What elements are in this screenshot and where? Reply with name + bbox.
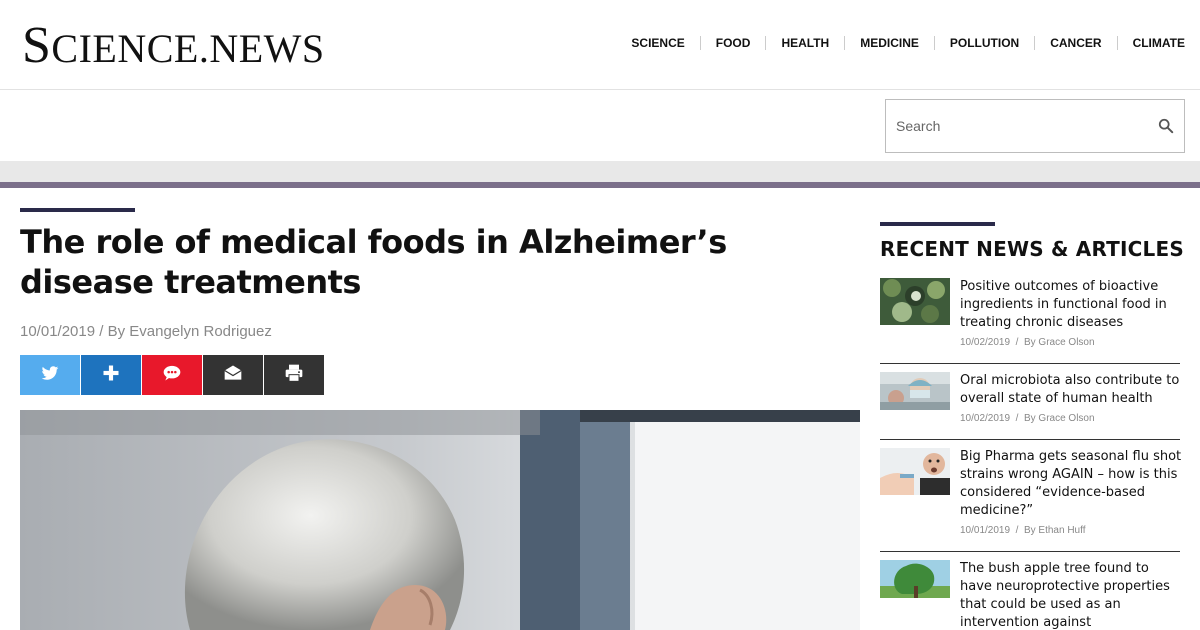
article-author-2[interactable]: By Grace Olson <box>1024 413 1095 424</box>
article-meta-2: 10/02/2019 / By Grace Olson <box>960 413 1095 424</box>
search-band <box>0 91 1200 161</box>
search-input[interactable] <box>886 100 1148 152</box>
speech-bubble-icon <box>162 363 182 388</box>
article-meta: 10/01/2019 / By Evangelyn Rodriguez <box>20 323 272 340</box>
sidebar-article-4-text: The bush apple tree found to have neurop… <box>960 560 1182 630</box>
article-thumbnail-2[interactable] <box>880 372 950 410</box>
article-author-1[interactable]: By Grace Olson <box>1024 337 1095 348</box>
nav-item-medicine[interactable]: MEDICINE <box>844 36 934 50</box>
article-link-2[interactable]: Oral microbiota also contribute to overa… <box>960 372 1182 408</box>
article-thumbnail-3[interactable] <box>880 448 950 495</box>
article-date-2: 10/02/2019 <box>960 413 1011 424</box>
article-meta-3: 10/01/2019 / By Ethan Huff <box>960 525 1086 536</box>
article-byline[interactable]: By Evangelyn Rodriguez <box>108 323 272 340</box>
article-date: 10/01/2019 <box>20 323 96 340</box>
article-author-3[interactable]: By Ethan Huff <box>1024 525 1086 536</box>
nav-item-food[interactable]: FOOD <box>699 36 766 50</box>
email-share-button[interactable] <box>203 355 263 395</box>
sidebar-title: RECENT NEWS & ARTICLES <box>880 237 1184 261</box>
sidebar-accent-bar <box>880 222 995 226</box>
nav-item-climate[interactable]: CLIMATE <box>1116 36 1185 50</box>
site-header: SCIENCE.NEWS SCIENCE FOOD HEALTH MEDICIN… <box>0 0 1200 90</box>
comment-share-button[interactable] <box>142 355 202 395</box>
sidebar-article-2-text: Oral microbiota also contribute to overa… <box>960 372 1182 424</box>
article-accent-bar <box>20 208 135 212</box>
nav-item-health[interactable]: HEALTH <box>765 36 844 50</box>
sidebar-divider-2 <box>880 439 1180 440</box>
share-bar <box>20 355 325 395</box>
main-nav: SCIENCE FOOD HEALTH MEDICINE POLLUTION C… <box>616 36 1185 50</box>
article-link-1[interactable]: Positive outcomes of bioactive ingredien… <box>960 278 1182 332</box>
plus-icon <box>101 363 121 388</box>
twitter-share-button[interactable] <box>20 355 80 395</box>
sidebar-divider-1 <box>880 363 1180 364</box>
printer-icon <box>284 363 304 388</box>
article-title: The role of medical foods in Alzheimer’s… <box>20 223 727 301</box>
twitter-icon <box>40 363 60 388</box>
article-thumbnail-4[interactable] <box>880 560 950 598</box>
article-date-3: 10/01/2019 <box>960 525 1011 536</box>
plus-share-button[interactable] <box>81 355 141 395</box>
article-link-4[interactable]: The bush apple tree found to have neurop… <box>960 560 1182 630</box>
article-meta-1: 10/02/2019 / By Grace Olson <box>960 337 1095 348</box>
search-box <box>885 99 1185 153</box>
nav-item-science[interactable]: SCIENCE <box>616 36 699 50</box>
search-icon[interactable] <box>1158 118 1176 136</box>
article-thumbnail-1[interactable] <box>880 278 950 325</box>
envelope-icon <box>223 363 243 388</box>
header-divider <box>0 182 1200 188</box>
meta-separator: / <box>99 323 108 340</box>
print-share-button[interactable] <box>264 355 324 395</box>
site-logo[interactable]: SCIENCE.NEWS <box>22 18 325 77</box>
article-date-1: 10/02/2019 <box>960 337 1011 348</box>
gray-band <box>0 161 1200 182</box>
logo-rest: CIENCE.NEWS <box>51 26 325 71</box>
sidebar-article-1-text: Positive outcomes of bioactive ingredien… <box>960 278 1182 348</box>
logo-initial: S <box>22 17 52 74</box>
nav-item-pollution[interactable]: POLLUTION <box>933 36 1034 50</box>
sidebar-article-3-text: Big Pharma gets seasonal flu shot strain… <box>960 448 1182 536</box>
article-link-3[interactable]: Big Pharma gets seasonal flu shot strain… <box>960 448 1182 520</box>
sidebar-divider-3 <box>880 551 1180 552</box>
nav-item-cancer[interactable]: CANCER <box>1034 36 1116 50</box>
article-hero-image <box>20 410 860 630</box>
